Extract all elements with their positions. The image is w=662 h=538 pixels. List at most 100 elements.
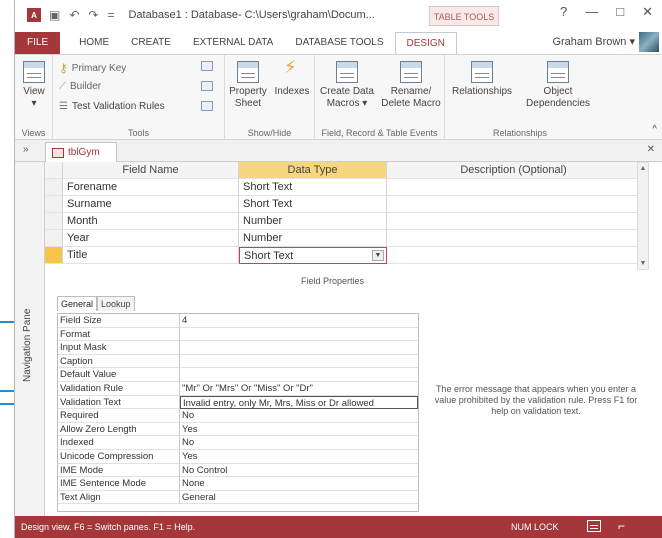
maximize-button[interactable]: □ <box>616 4 624 20</box>
property-value[interactable]: Yes <box>180 450 418 464</box>
description-cell[interactable] <box>387 196 641 213</box>
minimize-button[interactable]: — <box>585 4 598 20</box>
view-label: View <box>23 86 45 97</box>
field-name-cell[interactable]: Title <box>63 247 239 264</box>
tab-design[interactable]: DESIGN <box>394 32 457 54</box>
close-document-button[interactable]: ✕ <box>647 144 655 155</box>
data-type-cell[interactable]: Short Text <box>239 179 387 196</box>
property-value[interactable]: 4 <box>180 314 418 328</box>
property-row[interactable]: Text Align General <box>58 490 418 505</box>
description-cell[interactable] <box>387 247 641 264</box>
collapse-ribbon-icon[interactable]: ^ <box>652 124 657 135</box>
tab-lookup[interactable]: Lookup <box>97 296 135 311</box>
row-selector[interactable] <box>45 213 63 230</box>
tab-general[interactable]: General <box>57 296 98 311</box>
scroll-up-icon[interactable]: ▲ <box>638 165 648 172</box>
property-row[interactable]: IME Sentence Mode None <box>58 477 418 491</box>
property-row[interactable]: Input Mask <box>58 341 418 355</box>
data-type-cell[interactable]: Number <box>239 213 387 230</box>
test-validation-rules-button[interactable]: ☰ Test Validation Rules <box>59 101 165 112</box>
validation-rule-value[interactable]: "Mr" Or "Mrs" Or "Miss" Or "Dr" <box>180 382 418 396</box>
rename-delete-macro-button[interactable]: Rename/ Delete Macro <box>379 61 443 110</box>
table-design-grid: Field Name Data Type Description (Option… <box>45 162 655 272</box>
description-cell[interactable] <box>387 213 641 230</box>
group-field-record-table-events: Create Data Macros ▾ Rename/ Delete Macr… <box>315 55 445 141</box>
table-row-selected[interactable]: Title Short Text ▼ <box>45 247 641 264</box>
property-row[interactable]: Format <box>58 327 418 342</box>
validation-text-input[interactable]: Invalid entry, only Mr, Mrs, Miss or Dr … <box>180 395 418 410</box>
data-type-cell[interactable]: Short Text <box>239 196 387 213</box>
description-cell[interactable] <box>387 230 641 247</box>
grid-scrollbar[interactable]: ▲ ▼ <box>637 162 649 270</box>
access-app-icon[interactable]: A <box>27 8 41 22</box>
property-row[interactable]: Default Value <box>58 368 418 382</box>
property-value[interactable]: No <box>180 436 418 450</box>
property-value[interactable]: No <box>180 409 418 423</box>
property-value[interactable]: No Control <box>180 464 418 478</box>
row-selector[interactable] <box>45 230 63 247</box>
property-row[interactable]: Caption <box>58 354 418 369</box>
property-row[interactable]: IME Mode No Control <box>58 463 418 478</box>
property-row[interactable]: Required No <box>58 409 418 423</box>
view-button[interactable]: View ▾ <box>21 61 47 110</box>
redo-icon[interactable]: ↷ <box>88 8 98 22</box>
property-value[interactable]: Yes <box>180 423 418 437</box>
relationships-button[interactable]: Relationships <box>447 61 517 98</box>
tab-home[interactable]: HOME <box>68 32 120 54</box>
property-value[interactable] <box>180 355 418 369</box>
primary-key-button[interactable]: ⚷ Primary Key <box>59 61 126 75</box>
data-type-dropdown[interactable]: Short Text ▼ <box>239 247 387 264</box>
property-value[interactable]: General <box>180 491 418 505</box>
property-row[interactable]: Allow Zero Length Yes <box>58 422 418 437</box>
tab-create[interactable]: CREATE <box>120 32 182 54</box>
property-value[interactable] <box>180 368 418 382</box>
datasheet-view-icon[interactable] <box>587 520 601 532</box>
row-selector-active[interactable] <box>45 247 63 264</box>
tab-database-tools[interactable]: DATABASE TOOLS <box>284 32 394 54</box>
property-row[interactable]: Validation Rule "Mr" Or "Mrs" Or "Miss" O… <box>58 381 418 396</box>
indexes-button[interactable]: Indexes <box>271 61 313 98</box>
property-sheet-button[interactable]: Property Sheet <box>225 61 271 110</box>
property-row[interactable]: Indexed No <box>58 436 418 450</box>
design-view-icon[interactable]: ⌐ <box>618 519 625 533</box>
create-data-macros-button[interactable]: Create Data Macros ▾ <box>317 61 377 110</box>
user-account[interactable]: Graham Brown ▾ <box>552 35 635 48</box>
row-selector[interactable] <box>45 179 63 196</box>
field-name-cell[interactable]: Year <box>63 230 239 247</box>
table-row[interactable]: Year Number <box>45 230 641 247</box>
customize-icon[interactable]: = <box>107 8 114 22</box>
builder-button[interactable]: ⟋ Builder <box>59 81 101 92</box>
delete-rows-button[interactable] <box>201 81 213 91</box>
field-name-cell[interactable]: Surname <box>63 196 239 213</box>
property-value[interactable] <box>180 341 418 355</box>
save-icon[interactable]: ▣ <box>49 8 60 22</box>
table-row[interactable]: Surname Short Text <box>45 196 641 213</box>
row-selector[interactable] <box>45 196 63 213</box>
avatar[interactable] <box>639 32 659 52</box>
table-row[interactable]: Month Number <box>45 213 641 230</box>
help-button[interactable]: ? <box>560 4 567 20</box>
chevron-down-icon[interactable]: ▼ <box>372 250 384 261</box>
property-row[interactable]: Unicode Compression Yes <box>58 449 418 464</box>
insert-rows-button[interactable] <box>201 61 213 71</box>
tab-file[interactable]: FILE <box>15 32 61 54</box>
field-name-cell[interactable]: Forename <box>63 179 239 196</box>
field-name-cell[interactable]: Month <box>63 213 239 230</box>
object-dependencies-button[interactable]: Object Dependencies <box>521 61 595 110</box>
property-value[interactable]: None <box>180 477 418 491</box>
tab-external-data[interactable]: EXTERNAL DATA <box>182 32 284 54</box>
table-row[interactable]: Forename Short Text <box>45 179 641 196</box>
nav-pane-toggle[interactable]: » <box>23 144 29 155</box>
property-row[interactable]: Validation Text Invalid entry, only Mr, M… <box>58 395 418 410</box>
undo-icon[interactable]: ↶ <box>69 8 79 22</box>
tab-tblgym[interactable]: tblGym <box>45 142 117 162</box>
description-cell[interactable] <box>387 179 641 196</box>
modify-lookups-button[interactable] <box>201 101 213 111</box>
property-name: Required <box>58 409 180 423</box>
property-value[interactable] <box>180 328 418 342</box>
scroll-down-icon[interactable]: ▼ <box>638 260 648 267</box>
close-button[interactable]: ✕ <box>642 4 653 20</box>
property-row[interactable]: Field Size 4 <box>58 314 418 328</box>
data-type-cell[interactable]: Number <box>239 230 387 247</box>
navigation-pane[interactable]: Navigation Pane <box>15 162 45 516</box>
